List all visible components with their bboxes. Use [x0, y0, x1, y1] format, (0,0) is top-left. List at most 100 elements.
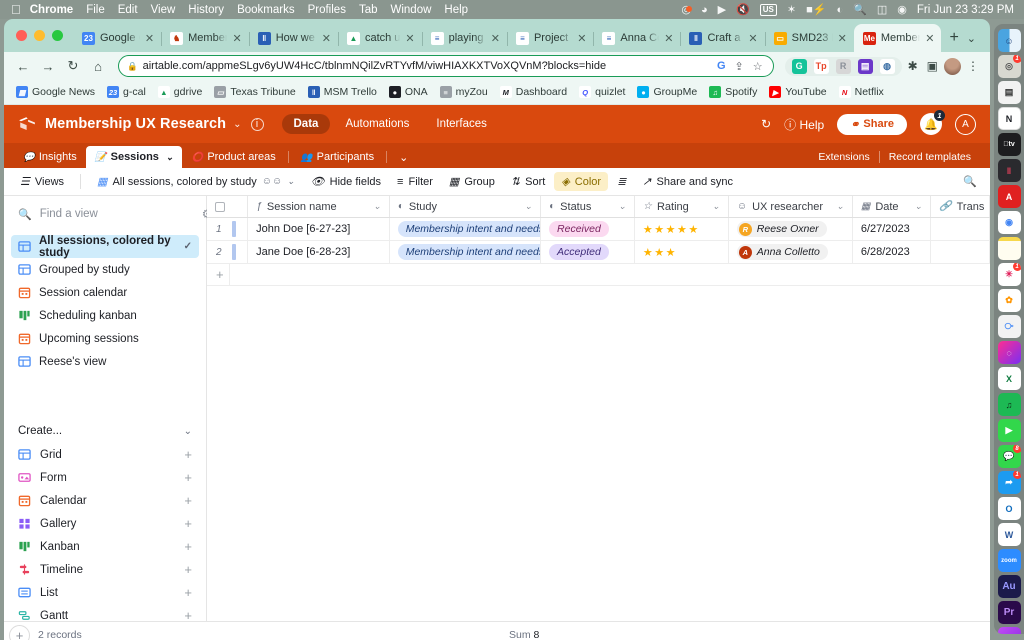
- bluetooth-icon[interactable]: ✶: [787, 3, 796, 16]
- bookmark-google-news[interactable]: ▦ Google News: [12, 84, 99, 100]
- browser-tab[interactable]: ♞ Members ✕: [161, 24, 250, 52]
- adobe-audition-icon[interactable]: Au: [997, 575, 1021, 598]
- toolbox-extension-icon[interactable]: Tp: [813, 58, 829, 74]
- close-tab-icon[interactable]: ✕: [925, 32, 934, 45]
- calculator-icon[interactable]: ▤: [997, 81, 1021, 104]
- color-button[interactable]: ◈ Color: [554, 172, 609, 191]
- plus-icon[interactable]: +: [184, 562, 192, 577]
- column-header-study[interactable]: ◐ Study ⌄: [390, 196, 542, 217]
- cell-rating[interactable]: ★★★: [635, 241, 729, 263]
- browser-tab[interactable]: ▲ catch up ✕: [338, 24, 423, 52]
- share-and-sync-button[interactable]: ↗ Share and sync: [635, 172, 740, 191]
- messages-icon[interactable]: 💬 8: [997, 445, 1021, 468]
- privacy-extension-icon[interactable]: ◍: [879, 58, 895, 74]
- summary-bar[interactable]: Sum 8: [509, 629, 539, 640]
- finder-icon[interactable]: ☺: [997, 29, 1021, 52]
- menu-item-edit[interactable]: Edit: [118, 4, 138, 16]
- select-all-checkbox[interactable]: [207, 196, 249, 217]
- microsoft-word-icon[interactable]: W: [997, 523, 1021, 546]
- browser-tab[interactable]: ‖ How we c ✕: [249, 24, 339, 52]
- create-section-header[interactable]: Create... ⌄: [4, 417, 206, 443]
- cell-transcript[interactable]: [931, 241, 990, 263]
- play-icon[interactable]: ▶: [718, 3, 726, 16]
- siri-icon[interactable]: ◉: [897, 3, 907, 16]
- reader-extension-icon[interactable]: ▤: [857, 58, 873, 74]
- input-source-badge[interactable]: US: [759, 3, 777, 16]
- search-input[interactable]: [39, 208, 194, 220]
- mute-icon[interactable]: 🔇: [736, 3, 750, 16]
- table-tabs-more-button[interactable]: ⌄: [390, 146, 417, 168]
- plus-icon[interactable]: +: [184, 447, 192, 462]
- cell-rating[interactable]: ★★★★★: [635, 218, 729, 240]
- share-icon[interactable]: ⇪: [733, 60, 746, 73]
- close-tab-icon[interactable]: ✕: [405, 32, 414, 45]
- table-tab-participants[interactable]: 👥 Participants: [292, 146, 383, 168]
- row-height-button[interactable]: ≣: [610, 172, 633, 191]
- close-tab-icon[interactable]: ✕: [232, 32, 241, 45]
- bookmark-myzou[interactable]: ≡ myZou: [436, 84, 492, 100]
- chevron-down-icon[interactable]: ⌄: [712, 201, 720, 212]
- browser-tab[interactable]: ≡ playing c ✕: [422, 24, 508, 52]
- airdrop-icon[interactable]: ◕: [701, 4, 708, 16]
- close-tab-icon[interactable]: ✕: [145, 32, 154, 45]
- column-header-date[interactable]: ▦ Date ⌄: [853, 196, 932, 217]
- bookmark-texas-tribune[interactable]: ▭ Texas Tribune: [210, 84, 299, 100]
- google-chrome-icon[interactable]: ◉: [997, 211, 1021, 234]
- cell-ux-researcher[interactable]: R Reese Oxner: [729, 218, 853, 240]
- search-icon[interactable]: 🔍: [963, 175, 981, 188]
- menu-item-window[interactable]: Window: [391, 4, 432, 16]
- notes-icon[interactable]: [997, 237, 1021, 260]
- chevron-down-icon[interactable]: ⌄: [525, 201, 533, 212]
- create-timeline[interactable]: Timeline +: [4, 558, 206, 581]
- twitter-icon[interactable]: ➦ 1: [997, 471, 1021, 494]
- nav-tab-automations[interactable]: Automations: [333, 114, 421, 134]
- table-tab-insights[interactable]: 💬 Insights: [14, 146, 86, 168]
- create-form[interactable]: Form +: [4, 466, 206, 489]
- menu-item-chrome[interactable]: Chrome: [30, 4, 73, 16]
- browser-tab[interactable]: ≡ Anna Col ✕: [593, 24, 682, 52]
- chevron-down-icon[interactable]: ⌄: [233, 119, 241, 130]
- profile-avatar[interactable]: [944, 57, 961, 75]
- spotlight-search-icon[interactable]: 🔍: [853, 3, 867, 16]
- bookmark-gdrive[interactable]: ▲ gdrive: [154, 84, 207, 100]
- grammarly-extension-icon[interactable]: G: [791, 58, 807, 74]
- side-panel-icon[interactable]: ▣: [924, 59, 941, 73]
- add-record-button[interactable]: +: [9, 624, 30, 640]
- filter-button[interactable]: ≡ Filter: [390, 173, 440, 191]
- nav-tab-interfaces[interactable]: Interfaces: [424, 114, 499, 134]
- google-g-icon[interactable]: G: [715, 60, 728, 72]
- chevron-down-icon[interactable]: ⌄: [618, 201, 626, 212]
- sidebar-view-reeses-view[interactable]: Reese's view: [11, 350, 199, 373]
- podcasts-icon[interactable]: ◉: [997, 627, 1021, 634]
- chevron-down-icon[interactable]: ⌄: [287, 176, 295, 187]
- bookmark-quizlet[interactable]: Qquizlet: [575, 84, 629, 100]
- group-button[interactable]: ▦ Group: [442, 172, 502, 191]
- browser-tab[interactable]: ▭ SMD23 D ✕: [765, 24, 855, 52]
- chevron-down-icon[interactable]: ⌄: [915, 201, 923, 212]
- bookmark-netflix[interactable]: N Netflix: [835, 84, 888, 100]
- help-button[interactable]: ⓘ Help: [784, 116, 824, 133]
- table-row[interactable]: 2 Jane Doe [6-28-23] Membership intent a…: [207, 241, 990, 264]
- microsoft-outlook-icon[interactable]: O: [997, 497, 1021, 520]
- hide-fields-button[interactable]: 👁 Hide fields: [304, 172, 388, 191]
- chevron-down-icon[interactable]: ⌄: [836, 201, 844, 212]
- sidebar-view-session-calendar[interactable]: Session calendar: [11, 281, 199, 304]
- plus-icon[interactable]: +: [184, 516, 192, 531]
- minimize-window-button[interactable]: [34, 30, 45, 41]
- column-header-transcript[interactable]: 🔗 Trans: [931, 196, 990, 217]
- current-view-button[interactable]: ▦ All sessions, colored by study ☺☺ ⌄: [90, 172, 302, 191]
- notifications-button[interactable]: 🔔 1: [920, 110, 945, 135]
- puzzle-piece-icon[interactable]: ✱: [905, 59, 921, 73]
- sort-button[interactable]: ⇅ Sort: [504, 172, 552, 191]
- browser-tab[interactable]: 23 Google C ✕: [73, 24, 163, 52]
- spotify-icon[interactable]: ♫: [997, 393, 1021, 416]
- soundcloud-icon[interactable]: ◎ 1: [997, 55, 1021, 78]
- audio-waveform-icon[interactable]: ‖: [997, 159, 1021, 182]
- add-row-button[interactable]: +: [207, 264, 990, 286]
- share-button[interactable]: ⚭ Share: [837, 113, 907, 135]
- column-header-rating[interactable]: ☆ Rating ⌄: [635, 196, 729, 217]
- cell-study[interactable]: Membership intent and needs: [390, 218, 542, 240]
- bookmark-youtube[interactable]: ▶ YouTube: [765, 84, 830, 100]
- chevron-down-icon[interactable]: ⌄: [166, 152, 174, 163]
- browser-tab-active[interactable]: Me Members ✕: [853, 24, 942, 52]
